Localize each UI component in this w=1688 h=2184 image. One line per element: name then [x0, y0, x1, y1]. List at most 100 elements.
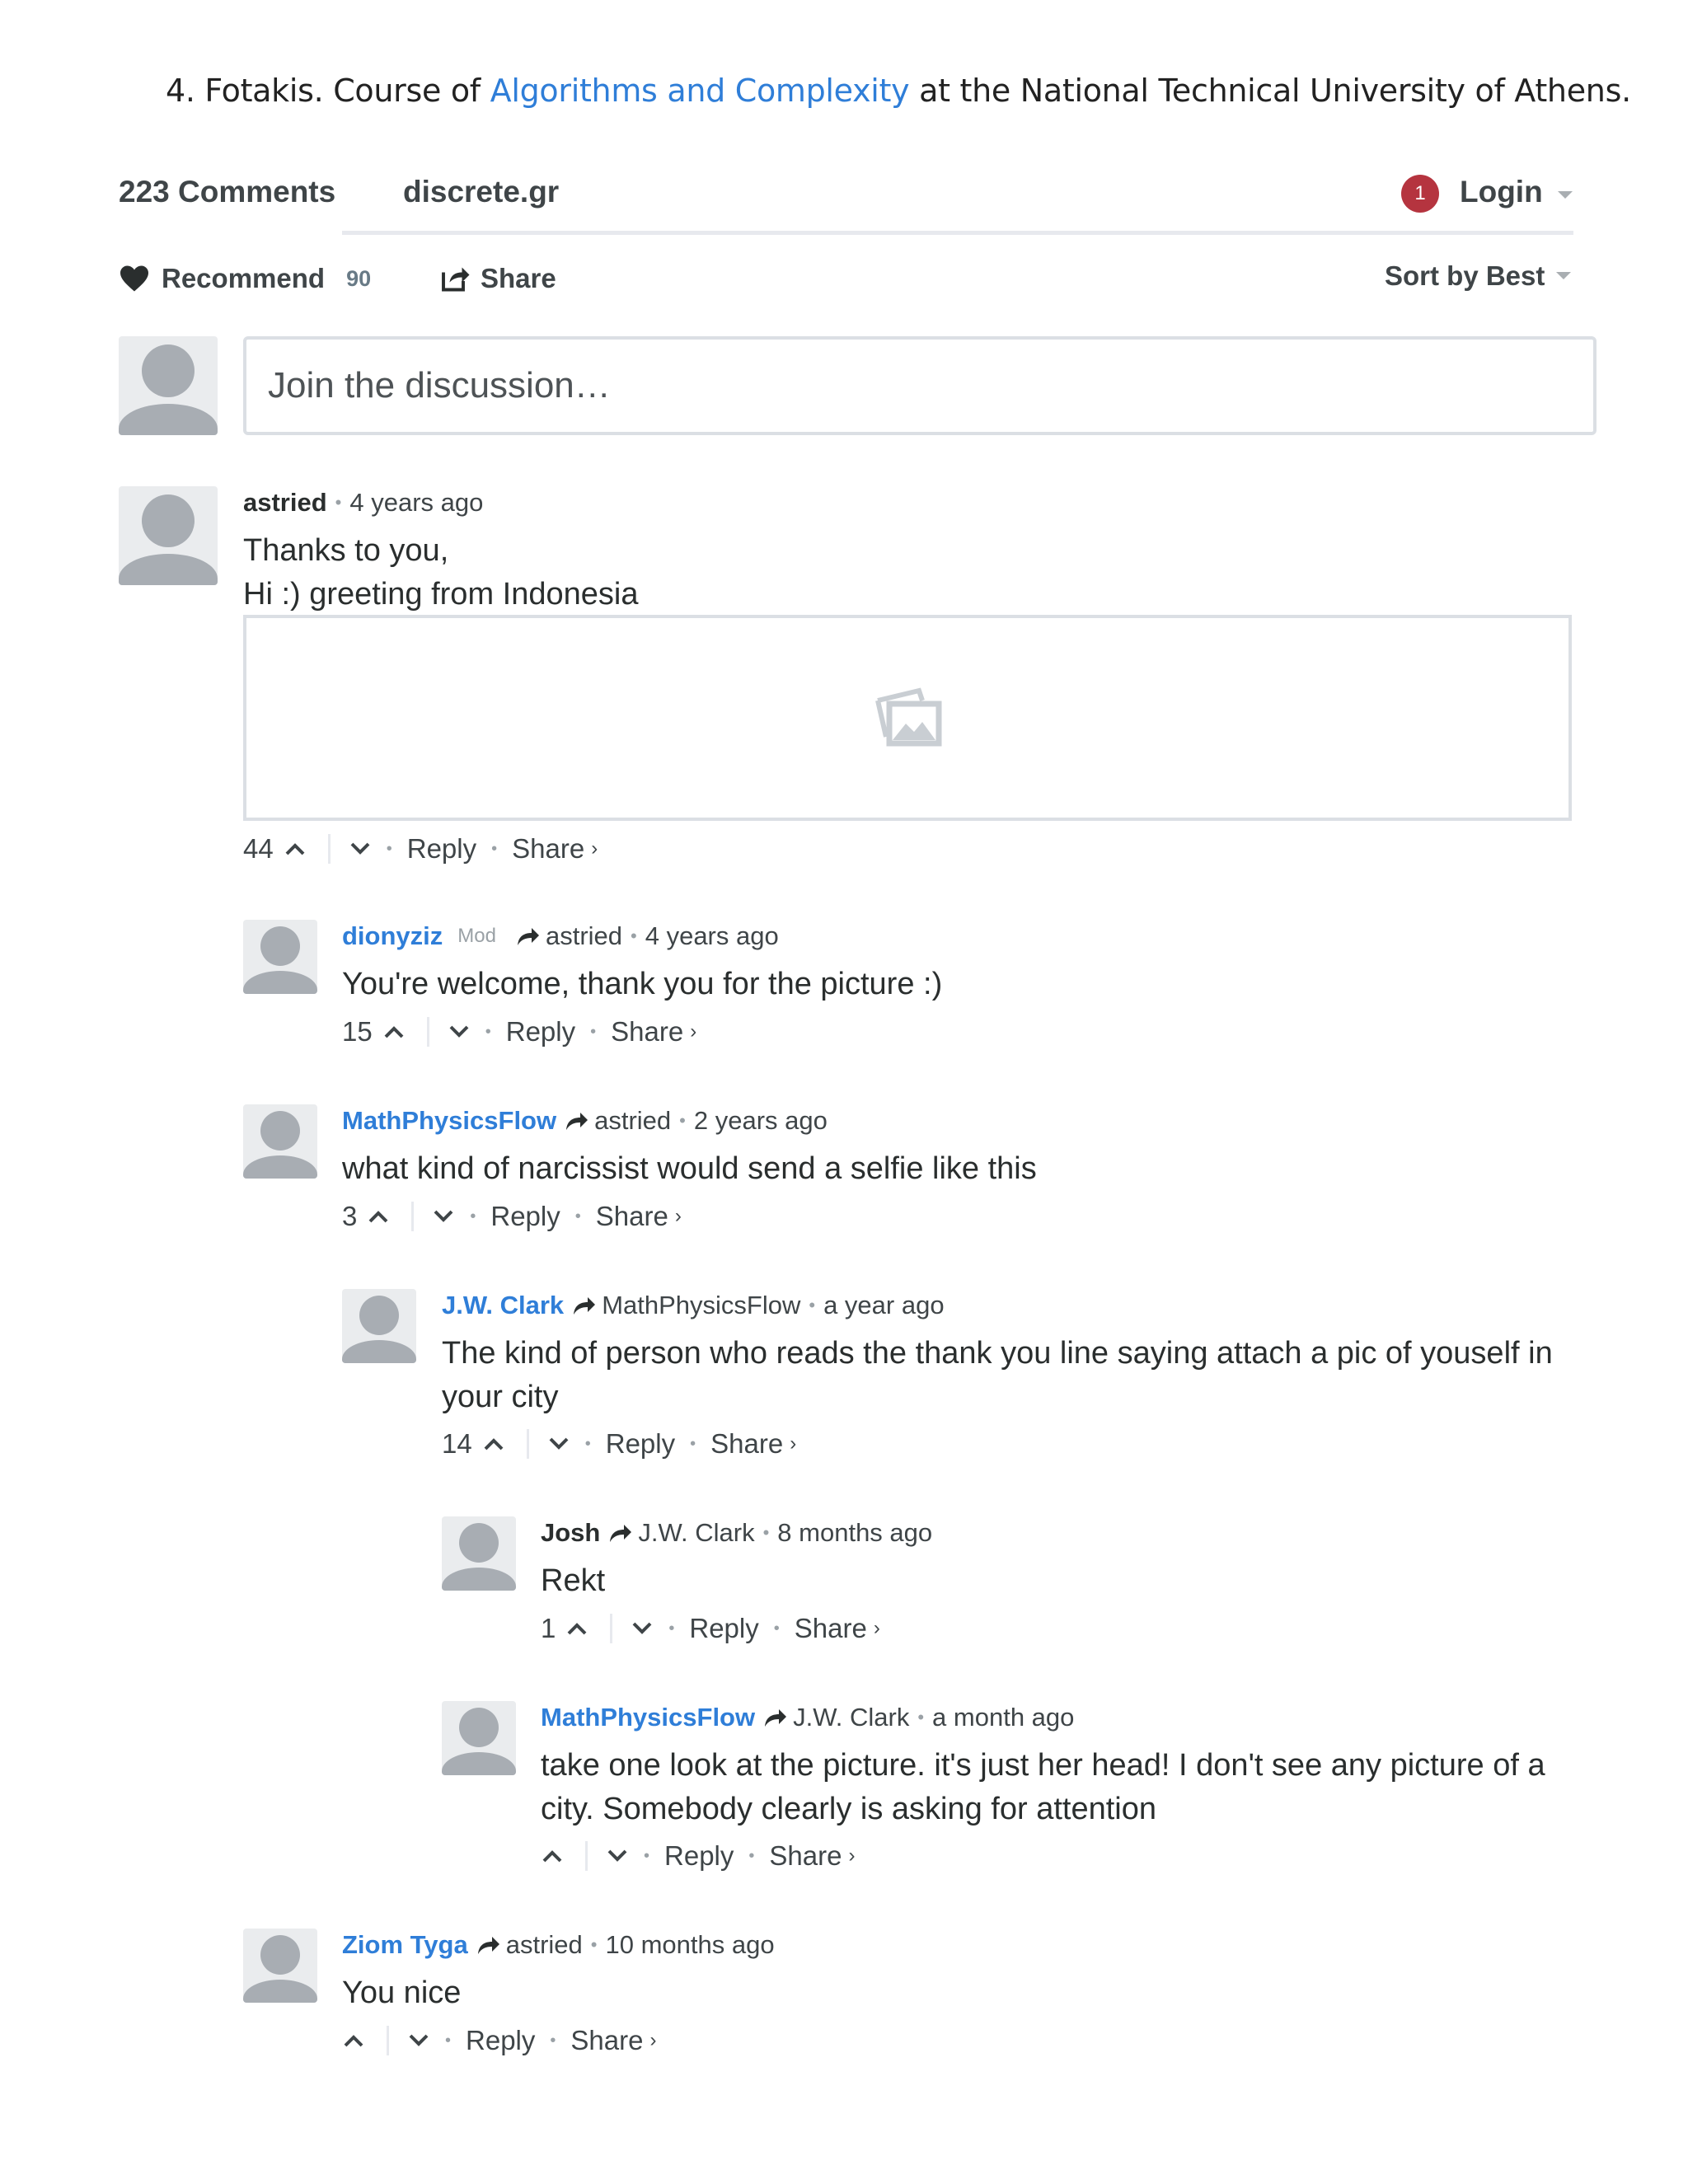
reply-button[interactable]: Reply — [466, 2025, 535, 2056]
reply-arrow-icon — [765, 1709, 787, 1727]
reply-button[interactable]: Reply — [407, 833, 476, 865]
caret-down-icon[interactable] — [1556, 272, 1571, 279]
comment-image[interactable] — [243, 615, 1572, 821]
upvote-icon[interactable] — [367, 1208, 390, 1225]
parent-author[interactable]: J.W. Clark — [793, 1703, 909, 1732]
comment-time[interactable]: 8 months ago — [777, 1518, 932, 1548]
reply-button[interactable]: Reply — [490, 1201, 560, 1232]
comment-author[interactable]: Josh — [541, 1518, 600, 1548]
site-tab[interactable]: discrete.gr — [403, 175, 559, 209]
parent-author[interactable]: astried — [546, 921, 622, 951]
recommend-label: Recommend — [162, 263, 326, 293]
comment-actions: • Reply • Share › — [541, 1840, 855, 1872]
comment-author[interactable]: MathPhysicsFlow — [342, 1106, 556, 1136]
comment-body: Thanks to you, Hi :) greeting from Indon… — [243, 533, 639, 612]
comment-count: 223 Comments — [119, 175, 336, 209]
parent-author[interactable]: astried — [506, 1930, 583, 1960]
reply-button[interactable]: Reply — [664, 1840, 734, 1872]
vote-count: 44 — [243, 833, 274, 864]
downvote-icon[interactable] — [631, 1620, 654, 1637]
recommend-button[interactable]: Recommend 90 — [119, 262, 371, 295]
parent-author[interactable]: J.W. Clark — [638, 1518, 754, 1548]
reply-button[interactable]: Reply — [606, 1428, 675, 1460]
caret-down-icon[interactable] — [1558, 191, 1573, 199]
vote-count: 14 — [442, 1428, 472, 1459]
avatar[interactable] — [442, 1701, 516, 1775]
upvote-icon[interactable] — [541, 1848, 564, 1864]
avatar[interactable] — [119, 486, 218, 585]
comment-input[interactable]: Join the discussion… — [243, 336, 1597, 435]
comment-actions: 3 • Reply • Share › — [342, 1201, 682, 1232]
vote-count: 15 — [342, 1016, 373, 1047]
share-link[interactable]: Share — [795, 1613, 867, 1644]
comment-body: You nice — [342, 1975, 462, 2010]
share-label: Share — [481, 263, 556, 293]
reply-arrow-icon — [517, 928, 539, 945]
share-link[interactable]: Share — [512, 833, 584, 865]
avatar[interactable] — [243, 920, 317, 994]
comment-author[interactable]: J.W. Clark — [442, 1291, 564, 1320]
comment-header: astried • 4 years ago — [243, 488, 484, 518]
share-icon — [442, 267, 470, 292]
parent-author[interactable]: MathPhysicsFlow — [602, 1291, 800, 1320]
comment-header: J.W. Clark MathPhysicsFlow • a year ago — [442, 1291, 945, 1320]
comment-author[interactable]: astried — [243, 488, 327, 518]
avatar[interactable] — [442, 1516, 516, 1591]
notification-badge[interactable]: 1 — [1401, 175, 1439, 213]
comment-header: Josh J.W. Clark • 8 months ago — [541, 1518, 933, 1548]
share-link[interactable]: Share — [611, 1016, 683, 1047]
downvote-icon[interactable] — [432, 1208, 455, 1225]
reply-arrow-icon — [566, 1113, 588, 1130]
heart-icon — [120, 265, 148, 292]
comment-actions: 44 • Reply • Share › — [243, 833, 598, 865]
downvote-icon[interactable] — [407, 2032, 430, 2049]
share-link[interactable]: Share — [710, 1428, 783, 1460]
upvote-icon[interactable] — [284, 841, 307, 857]
course-link[interactable]: Algorithms and Complexity — [490, 73, 910, 109]
sort-dropdown[interactable]: Sort by Best — [1385, 260, 1545, 292]
comment-time[interactable]: 4 years ago — [645, 921, 779, 951]
downvote-icon[interactable] — [448, 1024, 471, 1040]
mod-badge: Mod — [457, 925, 496, 947]
reply-button[interactable]: Reply — [689, 1613, 758, 1644]
comment-body: Rekt — [541, 1563, 606, 1598]
login-button[interactable]: Login — [1460, 175, 1543, 209]
comment-body: what kind of narcissist would send a sel… — [342, 1151, 1037, 1186]
upvote-icon[interactable] — [382, 1024, 406, 1040]
downvote-icon[interactable] — [606, 1848, 629, 1864]
reply-arrow-icon — [610, 1525, 632, 1542]
comment-time[interactable]: a year ago — [823, 1291, 945, 1320]
comment-time[interactable]: a month ago — [932, 1703, 1074, 1732]
reply-arrow-icon — [477, 1937, 499, 1954]
comment-body: The kind of person who reads the thank y… — [442, 1336, 1553, 1414]
share-link[interactable]: Share — [769, 1840, 842, 1872]
upvote-icon[interactable] — [342, 2032, 365, 2049]
comment-actions: 15 • Reply • Share › — [342, 1016, 697, 1047]
comment-author[interactable]: dionyziz — [342, 921, 443, 951]
avatar[interactable] — [243, 1104, 317, 1179]
recommend-count: 90 — [346, 265, 372, 291]
share-link[interactable]: Share — [596, 1201, 668, 1232]
parent-author[interactable]: astried — [594, 1106, 671, 1136]
comment-actions: • Reply • Share › — [342, 2024, 656, 2057]
comment-author[interactable]: Ziom Tyga — [342, 1930, 468, 1960]
avatar[interactable] — [243, 1929, 317, 2003]
share-button[interactable]: Share — [441, 262, 556, 295]
share-link[interactable]: Share — [570, 2025, 643, 2056]
downvote-icon[interactable] — [349, 841, 372, 857]
comment-header: Ziom Tyga astried • 10 months ago — [342, 1930, 775, 1960]
comment-time[interactable]: 10 months ago — [605, 1930, 774, 1960]
comment-time[interactable]: 2 years ago — [694, 1106, 828, 1136]
comment-header: dionyziz Mod astried • 4 years ago — [342, 921, 779, 951]
downvote-icon[interactable] — [547, 1436, 570, 1452]
comment-author[interactable]: MathPhysicsFlow — [541, 1703, 755, 1732]
reference-prefix: 4. Fotakis. Course of — [166, 73, 490, 109]
header-divider — [342, 231, 1573, 235]
image-placeholder-icon — [875, 687, 942, 747]
avatar[interactable] — [342, 1289, 416, 1363]
reply-button[interactable]: Reply — [506, 1016, 575, 1047]
upvote-icon[interactable] — [565, 1620, 588, 1637]
comment-time[interactable]: 4 years ago — [349, 488, 483, 518]
upvote-icon[interactable] — [482, 1436, 505, 1452]
vote-count: 3 — [342, 1201, 358, 1231]
